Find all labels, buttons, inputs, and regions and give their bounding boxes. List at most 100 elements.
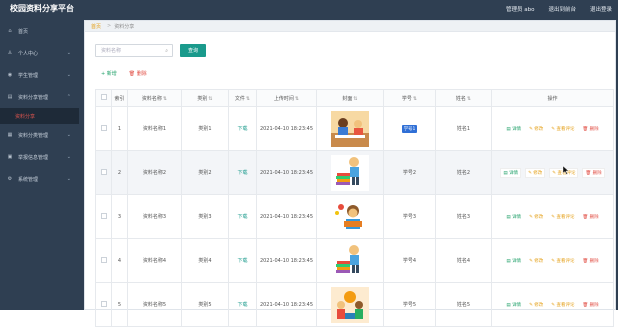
column-header[interactable]: 资料名称⇅ [127,89,182,107]
view-label: 详情 [512,214,522,220]
download-link[interactable]: 下载 [237,126,247,132]
row-select-cell[interactable] [95,194,112,239]
sidebar-item-system[interactable]: ⚙ 系统管理 ⌄ [0,168,79,190]
row-delete-button[interactable]: 🗑 删除 [580,301,600,309]
row-checkbox[interactable] [100,256,107,263]
material-name: 资料名称5 [127,282,182,327]
search-placeholder: 资料名称 [101,48,122,54]
comments-label: 查看评论 [556,126,575,132]
material-name: 资料名称2 [127,150,182,195]
column-header[interactable]: 上传时间⇅ [256,89,317,107]
row-select-cell[interactable] [95,150,112,195]
view-label: 详情 [512,126,522,132]
view-label: 详情 [512,258,522,264]
row-select-cell[interactable] [95,282,112,327]
row-delete-label: 删除 [592,170,602,176]
row-delete-button[interactable]: 🗑 删除 [582,167,605,178]
student-name: 姓名5 [435,282,492,327]
view-button[interactable]: ▤ 详情 [504,213,523,221]
column-header[interactable]: 文件⇅ [228,89,257,107]
header-links: 管理员 abo 退出到前台 退出登录 [506,5,612,13]
student-no-cell: 学号1 [383,106,436,151]
edit-button[interactable]: ✎ 修改 [527,213,545,221]
row-checkbox[interactable] [100,300,107,307]
select-all-header[interactable] [95,89,112,107]
view-button[interactable]: ▤ 详情 [504,125,523,133]
table-body: 1 资料名称1 类别1 下载 2021-04-10 18:23:45 学号1 姓… [95,106,614,327]
admin-user-link[interactable]: 管理员 abo [506,5,534,13]
row-select-cell[interactable] [95,238,112,283]
comments-button[interactable]: ✎ 查看评论 [549,301,576,309]
sidebar-item-share-manage[interactable]: ▤ 资料分享管理 ⌃ [0,86,79,108]
download-link[interactable]: 下载 [237,170,247,176]
sidebar-item-category[interactable]: ▦ 资料分类管理 ⌄ [0,124,79,146]
delete-button[interactable]: 🗑 删除 [129,70,147,77]
upload-time: 2021-04-10 18:23:45 [256,238,317,283]
edit-button[interactable]: ✎ 修改 [527,125,545,133]
row-delete-button[interactable]: 🗑 删除 [580,257,600,265]
breadcrumb-current: 资料分享 [114,23,135,30]
row-select-cell[interactable] [95,106,112,151]
comments-button[interactable]: ✎ 查看评论 [549,257,576,265]
select-all-checkbox[interactable] [100,94,107,100]
sort-icon[interactable]: ⇅ [163,96,167,102]
student-name: 姓名1 [435,106,492,151]
breadcrumb-home[interactable]: 首页 [91,23,101,30]
table-row[interactable]: 1 资料名称1 类别1 下载 2021-04-10 18:23:45 学号1 姓… [95,106,614,151]
table-row[interactable]: 3 资料名称3 类别3 下载 2021-04-10 18:23:45 学号3 姓… [95,194,614,239]
table-row[interactable]: 4 资料名称4 类别4 下载 2021-04-10 18:23:45 学号4 姓… [95,238,614,283]
sidebar-item-label: 学生管理 [18,72,39,79]
sidebar-item-home[interactable]: ⌂ 首页 [0,20,79,42]
search-input[interactable]: 资料名称 ⌕ [95,44,173,57]
sort-icon[interactable]: ⇅ [413,96,417,102]
download-link[interactable]: 下载 [237,258,247,264]
edit-label: 修改 [534,258,544,264]
row-delete-button[interactable]: 🗑 删除 [580,125,600,133]
sort-icon[interactable]: ⇅ [208,96,212,102]
front-page-link[interactable]: 退出到前台 [548,5,576,13]
material-category: 类别1 [181,106,229,151]
search-button[interactable]: 查询 [180,44,206,57]
column-header-label: 文件 [234,95,245,102]
row-checkbox[interactable] [100,212,107,219]
table-row[interactable]: 2 资料名称2 类别2 下载 2021-04-10 18:23:45 学号2 姓… [95,150,614,195]
sort-icon[interactable]: ⇅ [467,96,471,102]
sidebar-item-label: 资料分类管理 [18,132,49,139]
view-button[interactable]: ▤ 详情 [500,167,522,178]
sidebar-subitem-share[interactable]: 资料分享 [0,108,79,124]
logout-link[interactable]: 退出登录 [590,5,612,13]
search-icon: ⌕ [165,48,168,54]
sort-icon[interactable]: ⇅ [246,96,250,102]
download-link[interactable]: 下载 [237,214,247,220]
sidebar-item-profile[interactable]: ♙ 个人中心 ⌄ [0,42,79,64]
sidebar-item-label: 系统管理 [18,176,39,183]
edit-button[interactable]: ✎ 修改 [527,301,545,309]
column-header[interactable]: 封面⇅ [316,89,384,107]
row-delete-label: 删除 [589,258,599,264]
column-header[interactable]: 姓名⇅ [435,89,492,107]
sidebar-item-students[interactable]: ◉ 学生管理 ⌄ [0,64,79,86]
add-button[interactable]: + 新增 [101,70,117,77]
row-checkbox[interactable] [100,124,107,131]
data-table: 索引 资料名称⇅ 类别⇅ 文件⇅ 上传时间⇅ 封面⇅ 学号⇅ 姓名⇅ 操作 1 … [95,89,614,327]
comments-button[interactable]: ✎ 查看评论 [549,213,576,221]
column-header[interactable]: 类别⇅ [181,89,229,107]
student-no-cell: 学号4 [383,238,436,283]
student-no-cell: 学号5 [383,282,436,327]
sidebar-item-report[interactable]: ▣ 举报信息管理 ⌄ [0,146,79,168]
edit-button[interactable]: ✎ 修改 [527,257,545,265]
edit-button[interactable]: ✎ 修改 [525,167,546,178]
comments-button[interactable]: ✎ 查看评论 [549,125,576,133]
row-delete-button[interactable]: 🗑 删除 [580,213,600,221]
search-row: 资料名称 ⌕ 查询 [95,44,206,57]
chevron-up-icon: ⌃ [66,94,71,100]
users-icon: ◉ [7,72,13,78]
column-header[interactable]: 学号⇅ [383,89,436,107]
download-link[interactable]: 下载 [237,302,247,308]
view-button[interactable]: ▤ 详情 [504,257,523,265]
sort-icon[interactable]: ⇅ [295,96,299,102]
sort-icon[interactable]: ⇅ [353,96,357,102]
view-button[interactable]: ▤ 详情 [504,301,523,309]
row-checkbox[interactable] [100,168,107,175]
table-row[interactable]: 5 资料名称5 类别5 下载 2021-04-10 18:23:45 学号5 姓… [95,282,614,327]
